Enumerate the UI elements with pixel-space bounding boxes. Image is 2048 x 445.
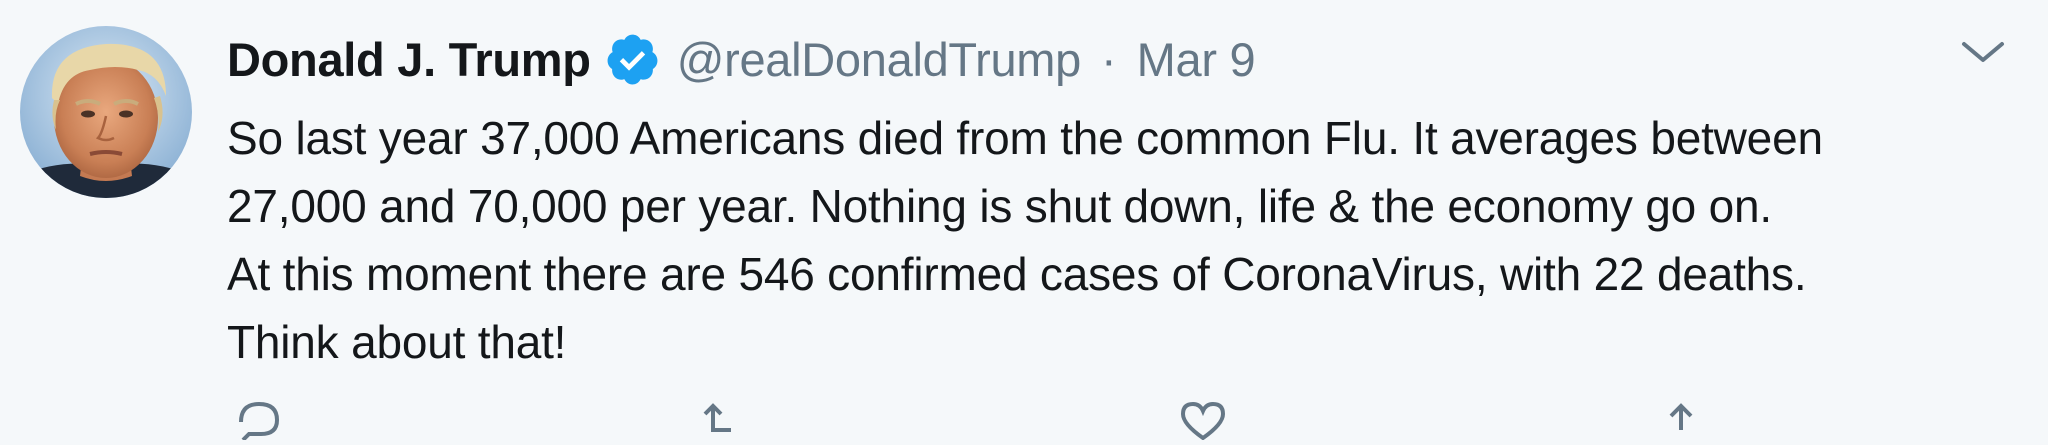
avatar[interactable] bbox=[20, 26, 192, 198]
tweet-text-line: Think about that! bbox=[227, 316, 567, 368]
tweet-actions bbox=[227, 400, 1827, 442]
tweet-text-line: So last year 37,000 Americans died from … bbox=[227, 112, 1823, 164]
like-icon[interactable] bbox=[1175, 400, 1231, 441]
tweet-text-line: 27,000 and 70,000 per year. Nothing is s… bbox=[227, 180, 1772, 232]
chevron-down-icon[interactable] bbox=[1958, 34, 2008, 70]
retweet-icon[interactable] bbox=[697, 400, 753, 440]
tweet-text: So last year 37,000 Americans died from … bbox=[227, 104, 2027, 376]
author-handle[interactable]: @realDonaldTrump bbox=[677, 32, 1082, 87]
tweet-header: Donald J. Trump @realDonaldTrump · Mar 9 bbox=[227, 28, 1256, 90]
tweet-card[interactable]: Donald J. Trump @realDonaldTrump · Mar 9… bbox=[0, 0, 2048, 442]
tweet-text-line: At this moment there are 546 confirmed c… bbox=[227, 248, 1807, 300]
header-separator: · bbox=[1100, 32, 1117, 86]
avatar-image bbox=[20, 26, 192, 198]
reply-icon[interactable] bbox=[231, 400, 287, 442]
author-display-name[interactable]: Donald J. Trump bbox=[227, 32, 591, 87]
share-icon[interactable] bbox=[1653, 400, 1709, 440]
tweet-timestamp[interactable]: Mar 9 bbox=[1137, 32, 1256, 87]
verified-badge-icon bbox=[604, 31, 661, 88]
